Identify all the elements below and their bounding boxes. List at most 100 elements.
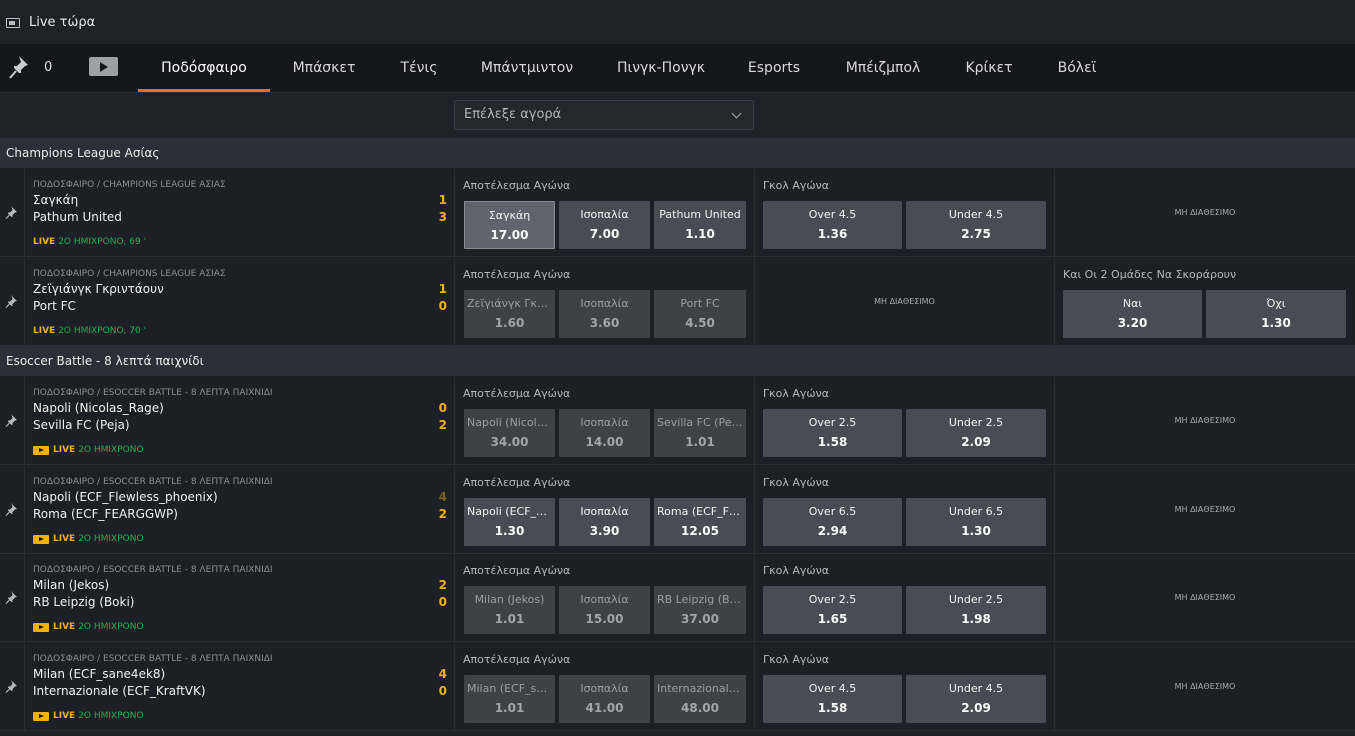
odds-value: 1.36 [817, 227, 848, 241]
odds-label: Port FC [680, 297, 720, 310]
odds-button-over[interactable]: Over 4.5 1.36 [763, 201, 902, 249]
event-info[interactable]: ΠΟΔΟΣΦΑΙΡΟ / ESOCCER BATTLE - 8 ΛΕΠΤΑ ΠΑ… [24, 377, 455, 465]
odds-button-draw[interactable]: Ισοπαλία 15.00 [559, 586, 650, 634]
league-header[interactable]: Champions League Ασίας [0, 138, 1355, 168]
odds-button-under[interactable]: Under 4.5 2.09 [906, 675, 1046, 723]
odds-value: 1.60 [494, 316, 525, 330]
event-info[interactable]: ΠΟΔΟΣΦΑΙΡΟ / ESOCCER BATTLE - 8 ΛΕΠΤΑ ΠΑ… [24, 554, 455, 642]
odds-label: Όχι [1266, 297, 1286, 310]
event-row: ΠΟΔΟΣΦΑΙΡΟ / CHAMPIONS LEAGUE ΑΣΙΑΣ Σαγκ… [0, 169, 1355, 257]
pin-icon[interactable] [5, 413, 19, 427]
tab-cricket[interactable]: Κρίκετ [958, 44, 1020, 92]
market-title: Αποτέλεσμα Αγώνα [463, 387, 571, 400]
tab-football[interactable]: Ποδόσφαιρο [138, 44, 270, 92]
pin-icon[interactable] [5, 679, 19, 693]
odds-button-draw[interactable]: Ισοπαλία 3.60 [559, 290, 650, 338]
odds-button-home[interactable]: Milan (ECF_sane4ek8) 1.01 [464, 675, 555, 723]
home-score: 0 [438, 401, 447, 415]
tab-basketball[interactable]: Μπάσκετ [285, 44, 363, 92]
pin-icon[interactable] [5, 502, 19, 516]
odds-button-over[interactable]: Over 2.5 1.65 [763, 586, 902, 634]
live-video-icon[interactable] [33, 711, 49, 721]
match-period: 2Ο ΗΜΙΧΡΟΝΟ [78, 622, 144, 632]
market-match-goals: Γκολ Αγώνα Over 2.5 1.65 Under 2.5 1.98 [755, 554, 1055, 642]
odds-button-over[interactable]: Over 4.5 1.58 [763, 675, 902, 723]
tab-volleyball[interactable]: Βόλεϊ [1048, 44, 1106, 92]
league-header[interactable]: Esoccer Battle - 8 λεπτά παιχνίδι [0, 346, 1355, 376]
away-team: Sevilla FC (Peja) [33, 418, 130, 432]
live-video-icon[interactable] [33, 622, 49, 632]
market-select[interactable]: Επέλεξε αγορά [454, 100, 754, 130]
odds-value: 14.00 [585, 435, 624, 449]
odds-label: Ισοπαλία [580, 297, 629, 310]
odds-button-yes[interactable]: Ναι 3.20 [1063, 290, 1202, 338]
pin-icon[interactable] [5, 590, 19, 604]
market-unavailable: ΜΗ ΔΙΑΘΕΣΙΜΟ [1055, 466, 1355, 554]
odds-label: Ισοπαλία [580, 416, 629, 429]
event-info[interactable]: ΠΟΔΟΣΦΑΙΡΟ / CHAMPIONS LEAGUE ΑΣΙΑΣ Ζεϊγ… [24, 258, 455, 346]
odds-button-over[interactable]: Over 6.5 2.94 [763, 498, 902, 546]
tab-baseball[interactable]: Μπέιζμπολ [836, 44, 930, 92]
odds-button-away[interactable]: Roma (ECF_FEARGGWP) 12.05 [654, 498, 746, 546]
odds-button-draw[interactable]: Ισοπαλία 7.00 [559, 201, 650, 249]
pinned-count: 0 [44, 60, 53, 75]
home-score: 4 [438, 667, 447, 681]
market-unavailable: ΜΗ ΔΙΑΘΕΣΙΜΟ [1055, 554, 1355, 642]
live-video-icon[interactable] [33, 445, 49, 455]
event-path: ΠΟΔΟΣΦΑΙΡΟ / ESOCCER BATTLE - 8 ΛΕΠΤΑ ΠΑ… [33, 654, 273, 664]
odds-button-under[interactable]: Under 6.5 1.30 [906, 498, 1046, 546]
tab-esports[interactable]: Esports [742, 44, 806, 92]
event-info[interactable]: ΠΟΔΟΣΦΑΙΡΟ / ESOCCER BATTLE - 8 ΛΕΠΤΑ ΠΑ… [24, 466, 455, 554]
odds-button-home[interactable]: Napoli (Nicolas_Rage) 34.00 [464, 409, 555, 457]
unavailable-label: ΜΗ ΔΙΑΘΕΣΙΜΟ [1174, 208, 1236, 217]
odds-button-under[interactable]: Under 2.5 1.98 [906, 586, 1046, 634]
live-badge: LIVE [53, 445, 76, 455]
odds-value: 4.50 [685, 316, 715, 330]
odds-value: 1.98 [961, 612, 991, 626]
odds-button-under[interactable]: Under 4.5 2.75 [906, 201, 1046, 249]
odds-button-home[interactable]: Σαγκάη 17.00 [464, 201, 555, 249]
odds-label: Under 2.5 [948, 593, 1004, 606]
odds-button-home[interactable]: Milan (Jekos) 1.01 [464, 586, 555, 634]
odds-button-draw[interactable]: Ισοπαλία 3.90 [559, 498, 650, 546]
odds-value: 3.60 [589, 316, 620, 330]
market-filter-bar: Επέλεξε αγορά [0, 93, 1355, 138]
event-info[interactable]: ΠΟΔΟΣΦΑΙΡΟ / CHAMPIONS LEAGUE ΑΣΙΑΣ Σαγκ… [24, 169, 455, 257]
live-status: LIVE 2Ο ΗΜΙΧΡΟΝΟ [33, 534, 144, 544]
live-badge: LIVE [33, 237, 56, 247]
odds-button-over[interactable]: Over 2.5 1.58 [763, 409, 902, 457]
market-title: Γκολ Αγώνα [763, 564, 829, 577]
odds-button-away[interactable]: RB Leipzig (Boki) 37.00 [654, 586, 746, 634]
odds-value: 7.00 [589, 227, 620, 241]
tab-badminton[interactable]: Μπάντμιντον [474, 44, 580, 92]
event-row: ΠΟΔΟΣΦΑΙΡΟ / ESOCCER BATTLE - 8 ΛΕΠΤΑ ΠΑ… [0, 466, 1355, 554]
odds-button-under[interactable]: Under 2.5 2.09 [906, 409, 1046, 457]
odds-label: Ζεϊγιάνγκ Γκριντάουν [467, 297, 552, 310]
tab-tennis[interactable]: Τένις [391, 44, 447, 92]
live-video-icon[interactable] [33, 534, 49, 544]
market-match-result: Αποτέλεσμα Αγώνα Napoli (Nicolas_Rage) 34… [455, 377, 755, 465]
odds-label: Over 2.5 [808, 416, 857, 429]
odds-button-draw[interactable]: Ισοπαλία 14.00 [559, 409, 650, 457]
odds-button-away[interactable]: Sevilla FC (Peja) 1.01 [654, 409, 746, 457]
odds-button-home[interactable]: Napoli (ECF_Flewless_phoenix) 1.30 [464, 498, 555, 546]
market-title: Αποτέλεσμα Αγώνα [463, 268, 571, 281]
odds-label: Under 2.5 [948, 416, 1004, 429]
odds-value: 1.30 [494, 524, 525, 538]
live-status: LIVE 2Ο ΗΜΙΧΡΟΝΟ [33, 622, 144, 632]
odds-button-no[interactable]: Όχι 1.30 [1206, 290, 1346, 338]
event-info[interactable]: ΠΟΔΟΣΦΑΙΡΟ / ESOCCER BATTLE - 8 ΛΕΠΤΑ ΠΑ… [24, 643, 455, 731]
odds-value: 1.30 [961, 524, 991, 538]
odds-button-away[interactable]: Pathum United 1.10 [654, 201, 746, 249]
odds-button-away[interactable]: Internazionale (ECF_KraftVK) 48.00 [654, 675, 746, 723]
odds-button-away[interactable]: Port FC 4.50 [654, 290, 746, 338]
live-stream-icon[interactable] [89, 57, 118, 76]
pin-icon[interactable] [8, 54, 32, 80]
market-unavailable: ΜΗ ΔΙΑΘΕΣΙΜΟ [1055, 377, 1355, 465]
match-period: 2Ο ΗΜΙΧΡΟΝΟ, 70 ' [58, 326, 147, 336]
pin-icon[interactable] [5, 205, 19, 219]
odds-button-home[interactable]: Ζεϊγιάνγκ Γκριντάουν 1.60 [464, 290, 555, 338]
odds-button-draw[interactable]: Ισοπαλία 41.00 [559, 675, 650, 723]
tab-table-tennis[interactable]: Πινγκ-Πονγκ [610, 44, 712, 92]
pin-icon[interactable] [5, 294, 19, 308]
